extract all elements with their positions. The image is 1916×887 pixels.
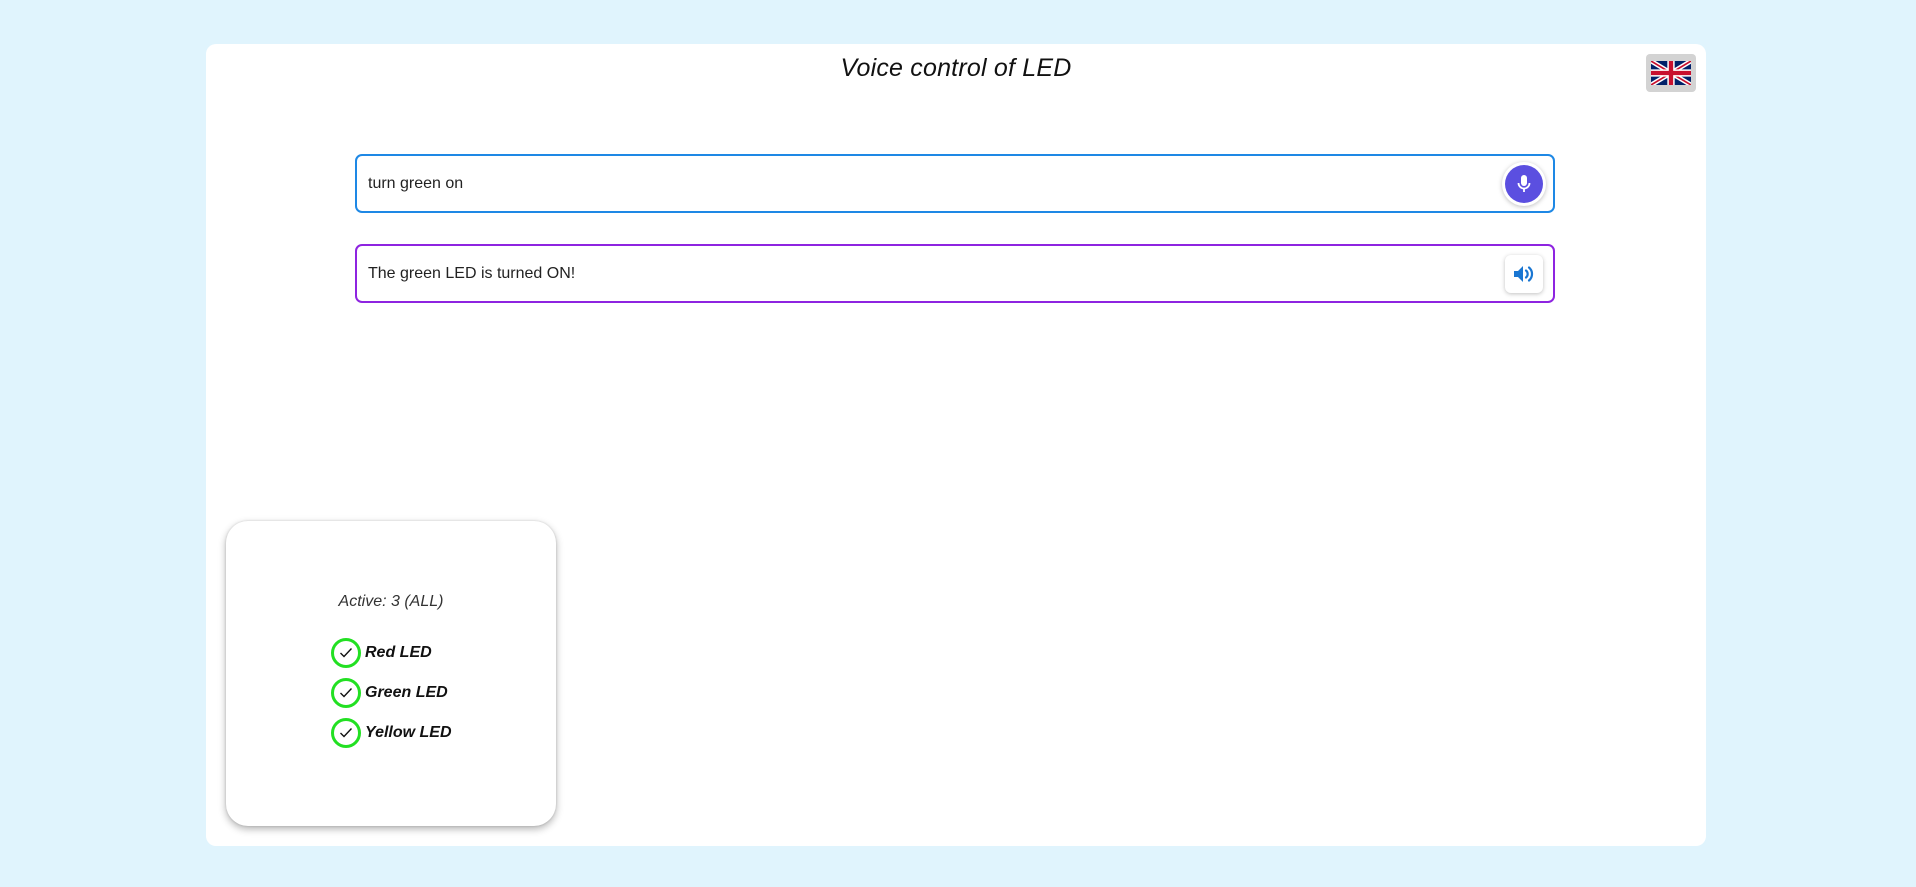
led-list: Red LED Green LED Yellow LED <box>331 633 452 753</box>
active-count-text: Active: 3 (ALL) <box>338 593 444 610</box>
uk-flag-icon <box>1651 61 1691 85</box>
voice-input-field[interactable]: turn green on <box>355 154 1555 213</box>
response-output-field: The green LED is turned ON! <box>355 244 1555 303</box>
led-item-green: Green LED <box>331 673 452 713</box>
led-status-card: Active: 3 (ALL) Red LED Green LED Yellow… <box>226 521 556 826</box>
speaker-icon <box>1514 265 1534 282</box>
check-icon <box>331 718 361 748</box>
led-item-red: Red LED <box>331 633 452 673</box>
check-icon <box>331 638 361 668</box>
response-text: The green LED is turned ON! <box>368 264 576 282</box>
led-label: Yellow LED <box>365 724 452 741</box>
page-title: Voice control of LED <box>840 54 1072 82</box>
microphone-icon <box>1517 174 1531 192</box>
speaker-button[interactable] <box>1505 254 1543 293</box>
led-label: Red LED <box>365 644 432 661</box>
main-card: Voice control of LED turn green on The g… <box>206 44 1706 846</box>
language-button[interactable] <box>1646 54 1696 92</box>
voice-input-text[interactable]: turn green on <box>368 175 1553 193</box>
microphone-button[interactable] <box>1505 164 1543 203</box>
led-label: Green LED <box>365 684 448 701</box>
check-icon <box>331 678 361 708</box>
led-item-yellow: Yellow LED <box>331 713 452 753</box>
